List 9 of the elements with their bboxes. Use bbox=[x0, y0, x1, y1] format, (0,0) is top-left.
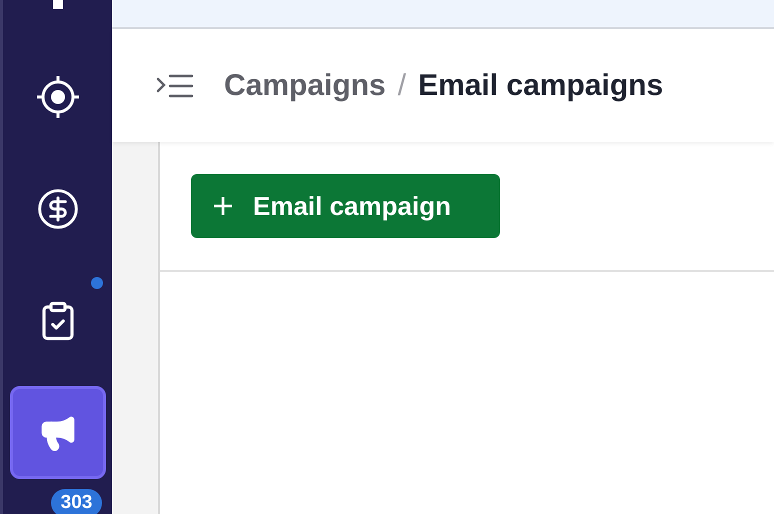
bar-icon bbox=[52, 0, 62, 9]
new-campaign-button[interactable]: Email campaign bbox=[191, 174, 500, 238]
count-badge: 303 bbox=[50, 489, 102, 514]
breadcrumb-link[interactable]: Campaigns bbox=[224, 63, 386, 108]
plus-icon bbox=[213, 196, 233, 216]
dollar-icon bbox=[36, 186, 80, 230]
breadcrumb-separator: / bbox=[398, 68, 406, 104]
menu-icon[interactable] bbox=[156, 72, 194, 98]
breadcrumb-current: Email campaigns bbox=[418, 68, 664, 104]
